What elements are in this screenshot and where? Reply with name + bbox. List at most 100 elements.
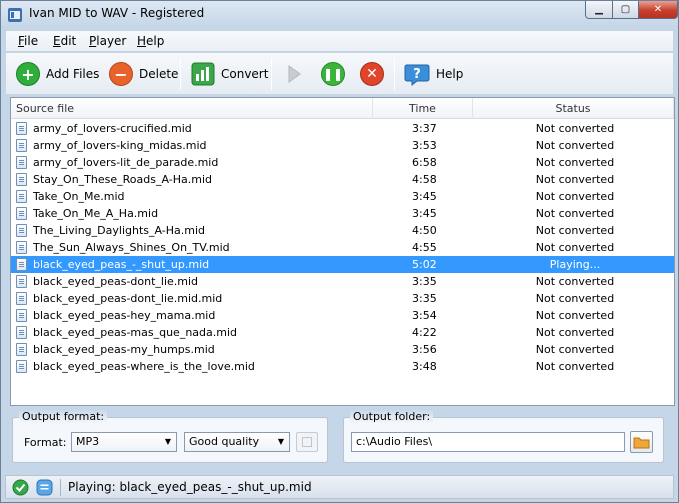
table-row[interactable]: Take_On_Me.mid 3:45 Not converted <box>11 188 674 205</box>
stop-icon: ✕ <box>360 62 384 86</box>
convert-button[interactable]: Convert <box>191 60 268 88</box>
output-folder-input[interactable]: c:\Audio Files\ <box>351 432 625 452</box>
midi-file-icon <box>16 360 27 373</box>
row-status: Not converted <box>535 139 615 152</box>
app-window: Ivan MID to WAV - Registered ▁ ▢ ✕ File … <box>0 0 679 503</box>
table-row[interactable]: Take_On_Me_A_Ha.mid 3:45 Not converted <box>11 205 674 222</box>
list-icon <box>36 479 53 496</box>
play-button[interactable] <box>284 60 304 88</box>
table-row[interactable]: army_of_lovers-crucified.mid 3:37 Not conv… <box>11 120 674 137</box>
row-time: 3:48 <box>412 360 437 373</box>
row-file-name: Take_On_Me.mid <box>33 190 125 203</box>
row-status: Not converted <box>535 156 615 169</box>
play-icon <box>288 65 301 83</box>
status-text: Playing: black_eyed_peas_-_shut_up.mid <box>68 480 312 494</box>
row-file-name: army_of_lovers-crucified.mid <box>33 122 192 135</box>
table-row[interactable]: black_eyed_peas-dont_lie.mid 3:35 Not conv… <box>11 273 674 290</box>
toolbar-separator <box>394 58 395 90</box>
quality-select[interactable]: Good quality ▼ <box>184 432 290 452</box>
convert-icon <box>191 62 215 86</box>
row-status: Not converted <box>535 224 615 237</box>
status-separator <box>60 479 61 496</box>
stop-button[interactable]: ✕ <box>360 60 384 88</box>
column-status[interactable]: Status <box>473 98 674 119</box>
row-file-name: The_Sun_Always_Shines_On_TV.mid <box>33 241 230 254</box>
menu-player[interactable]: Player <box>89 34 126 48</box>
folder-icon <box>633 437 650 449</box>
column-source-file[interactable]: Source file <box>11 98 373 119</box>
table-row[interactable]: black_eyed_peas-where_is_the_love.mid 3:4… <box>11 358 674 375</box>
browse-folder-button[interactable] <box>630 431 653 453</box>
row-file-name: Take_On_Me_A_Ha.mid <box>33 207 159 220</box>
column-time[interactable]: Time <box>373 98 473 119</box>
row-file-name: black_eyed_peas_-_shut_up.mid <box>33 258 210 271</box>
pause-button[interactable]: ❚❚ <box>321 60 345 88</box>
row-time: 4:50 <box>412 224 437 237</box>
row-status: Not converted <box>535 292 615 305</box>
chevron-down-icon: ▼ <box>164 437 172 446</box>
minimize-button[interactable]: ▁ <box>585 1 613 19</box>
format-settings-button[interactable] <box>296 432 318 452</box>
row-status: Not converted <box>535 343 615 356</box>
row-file-name: black_eyed_peas-where_is_the_love.mid <box>33 360 255 373</box>
menu-bar: File Edit Player Help <box>5 30 674 52</box>
menu-file[interactable]: File <box>18 34 38 48</box>
row-status: Not converted <box>535 190 615 203</box>
row-time: 3:53 <box>412 139 437 152</box>
row-time: 3:45 <box>412 190 437 203</box>
row-time: 5:02 <box>412 258 437 271</box>
table-row[interactable]: Stay_On_These_Roads_A-Ha.mid 4:58 Not conv… <box>11 171 674 188</box>
table-row[interactable]: black_eyed_peas-dont_lie.mid.mid 3:35 Not … <box>11 290 674 307</box>
midi-file-icon <box>16 292 27 305</box>
pause-icon: ❚❚ <box>321 62 345 86</box>
row-file-name: army_of_lovers-lit_de_parade.mid <box>33 156 219 169</box>
status-bar: Playing: black_eyed_peas_-_shut_up.mid <box>5 475 674 499</box>
row-status: Playing... <box>549 258 601 271</box>
midi-file-icon <box>16 326 27 339</box>
menu-player-label: layer <box>96 34 127 48</box>
row-file-name: black_eyed_peas-mas_que_nada.mid <box>33 326 238 339</box>
delete-button[interactable]: − Delete <box>109 60 178 88</box>
row-status: Not converted <box>535 173 615 186</box>
delete-label: Delete <box>139 67 179 81</box>
maximize-button[interactable]: ▢ <box>612 1 639 19</box>
format-select-value: MP3 <box>76 435 100 448</box>
close-button[interactable]: ✕ <box>638 1 678 19</box>
menu-edit[interactable]: Edit <box>53 34 76 48</box>
row-file-name: Stay_On_These_Roads_A-Ha.mid <box>33 173 212 186</box>
table-row[interactable]: black_eyed_peas-my_humps.mid 3:56 Not conv… <box>11 341 674 358</box>
table-row[interactable]: army_of_lovers-lit_de_parade.mid 6:58 Not … <box>11 154 674 171</box>
table-row[interactable]: army_of_lovers-king_midas.mid 3:53 Not con… <box>11 137 674 154</box>
table-row[interactable]: black_eyed_peas-hey_mama.mid 3:54 Not conv… <box>11 307 674 324</box>
check-icon <box>12 479 29 496</box>
file-list[interactable]: Source file Time Status army_of_lovers-c… <box>10 97 675 406</box>
format-select[interactable]: MP3 ▼ <box>71 432 177 452</box>
output-format-group: Output format: Format: MP3 ▼ Good qualit… <box>12 410 328 463</box>
menu-help[interactable]: Help <box>137 34 164 48</box>
minimize-icon: ▁ <box>595 4 603 15</box>
row-status: Not converted <box>535 207 615 220</box>
output-format-legend: Output format: <box>19 410 108 423</box>
help-button[interactable]: ? Help <box>404 60 463 88</box>
row-time: 3:54 <box>412 309 437 322</box>
table-row-selected[interactable]: black_eyed_peas_-_shut_up.mid 5:02 Playing… <box>11 256 674 273</box>
list-header: Source file Time Status <box>11 98 674 119</box>
midi-file-icon <box>16 224 27 237</box>
convert-label: Convert <box>221 67 269 81</box>
plus-icon: + <box>16 62 40 86</box>
table-row[interactable]: black_eyed_peas-mas_que_nada.mid 4:22 Not … <box>11 324 674 341</box>
minus-icon: − <box>109 62 133 86</box>
midi-file-icon <box>16 139 27 152</box>
app-icon <box>8 8 22 22</box>
row-time: 3:37 <box>412 122 437 135</box>
table-row[interactable]: The_Living_Daylights_A-Ha.mid 4:50 Not con… <box>11 222 674 239</box>
row-file-name: black_eyed_peas-my_humps.mid <box>33 343 215 356</box>
chevron-down-icon: ▼ <box>277 437 285 446</box>
svg-text:?: ? <box>413 67 421 82</box>
row-time: 4:22 <box>412 326 437 339</box>
add-files-button[interactable]: + Add Files <box>16 60 99 88</box>
window-title: Ivan MID to WAV - Registered <box>29 6 205 20</box>
close-icon: ✕ <box>653 4 663 15</box>
row-file-name: black_eyed_peas-hey_mama.mid <box>33 309 216 322</box>
table-row[interactable]: The_Sun_Always_Shines_On_TV.mid 4:55 Not c… <box>11 239 674 256</box>
